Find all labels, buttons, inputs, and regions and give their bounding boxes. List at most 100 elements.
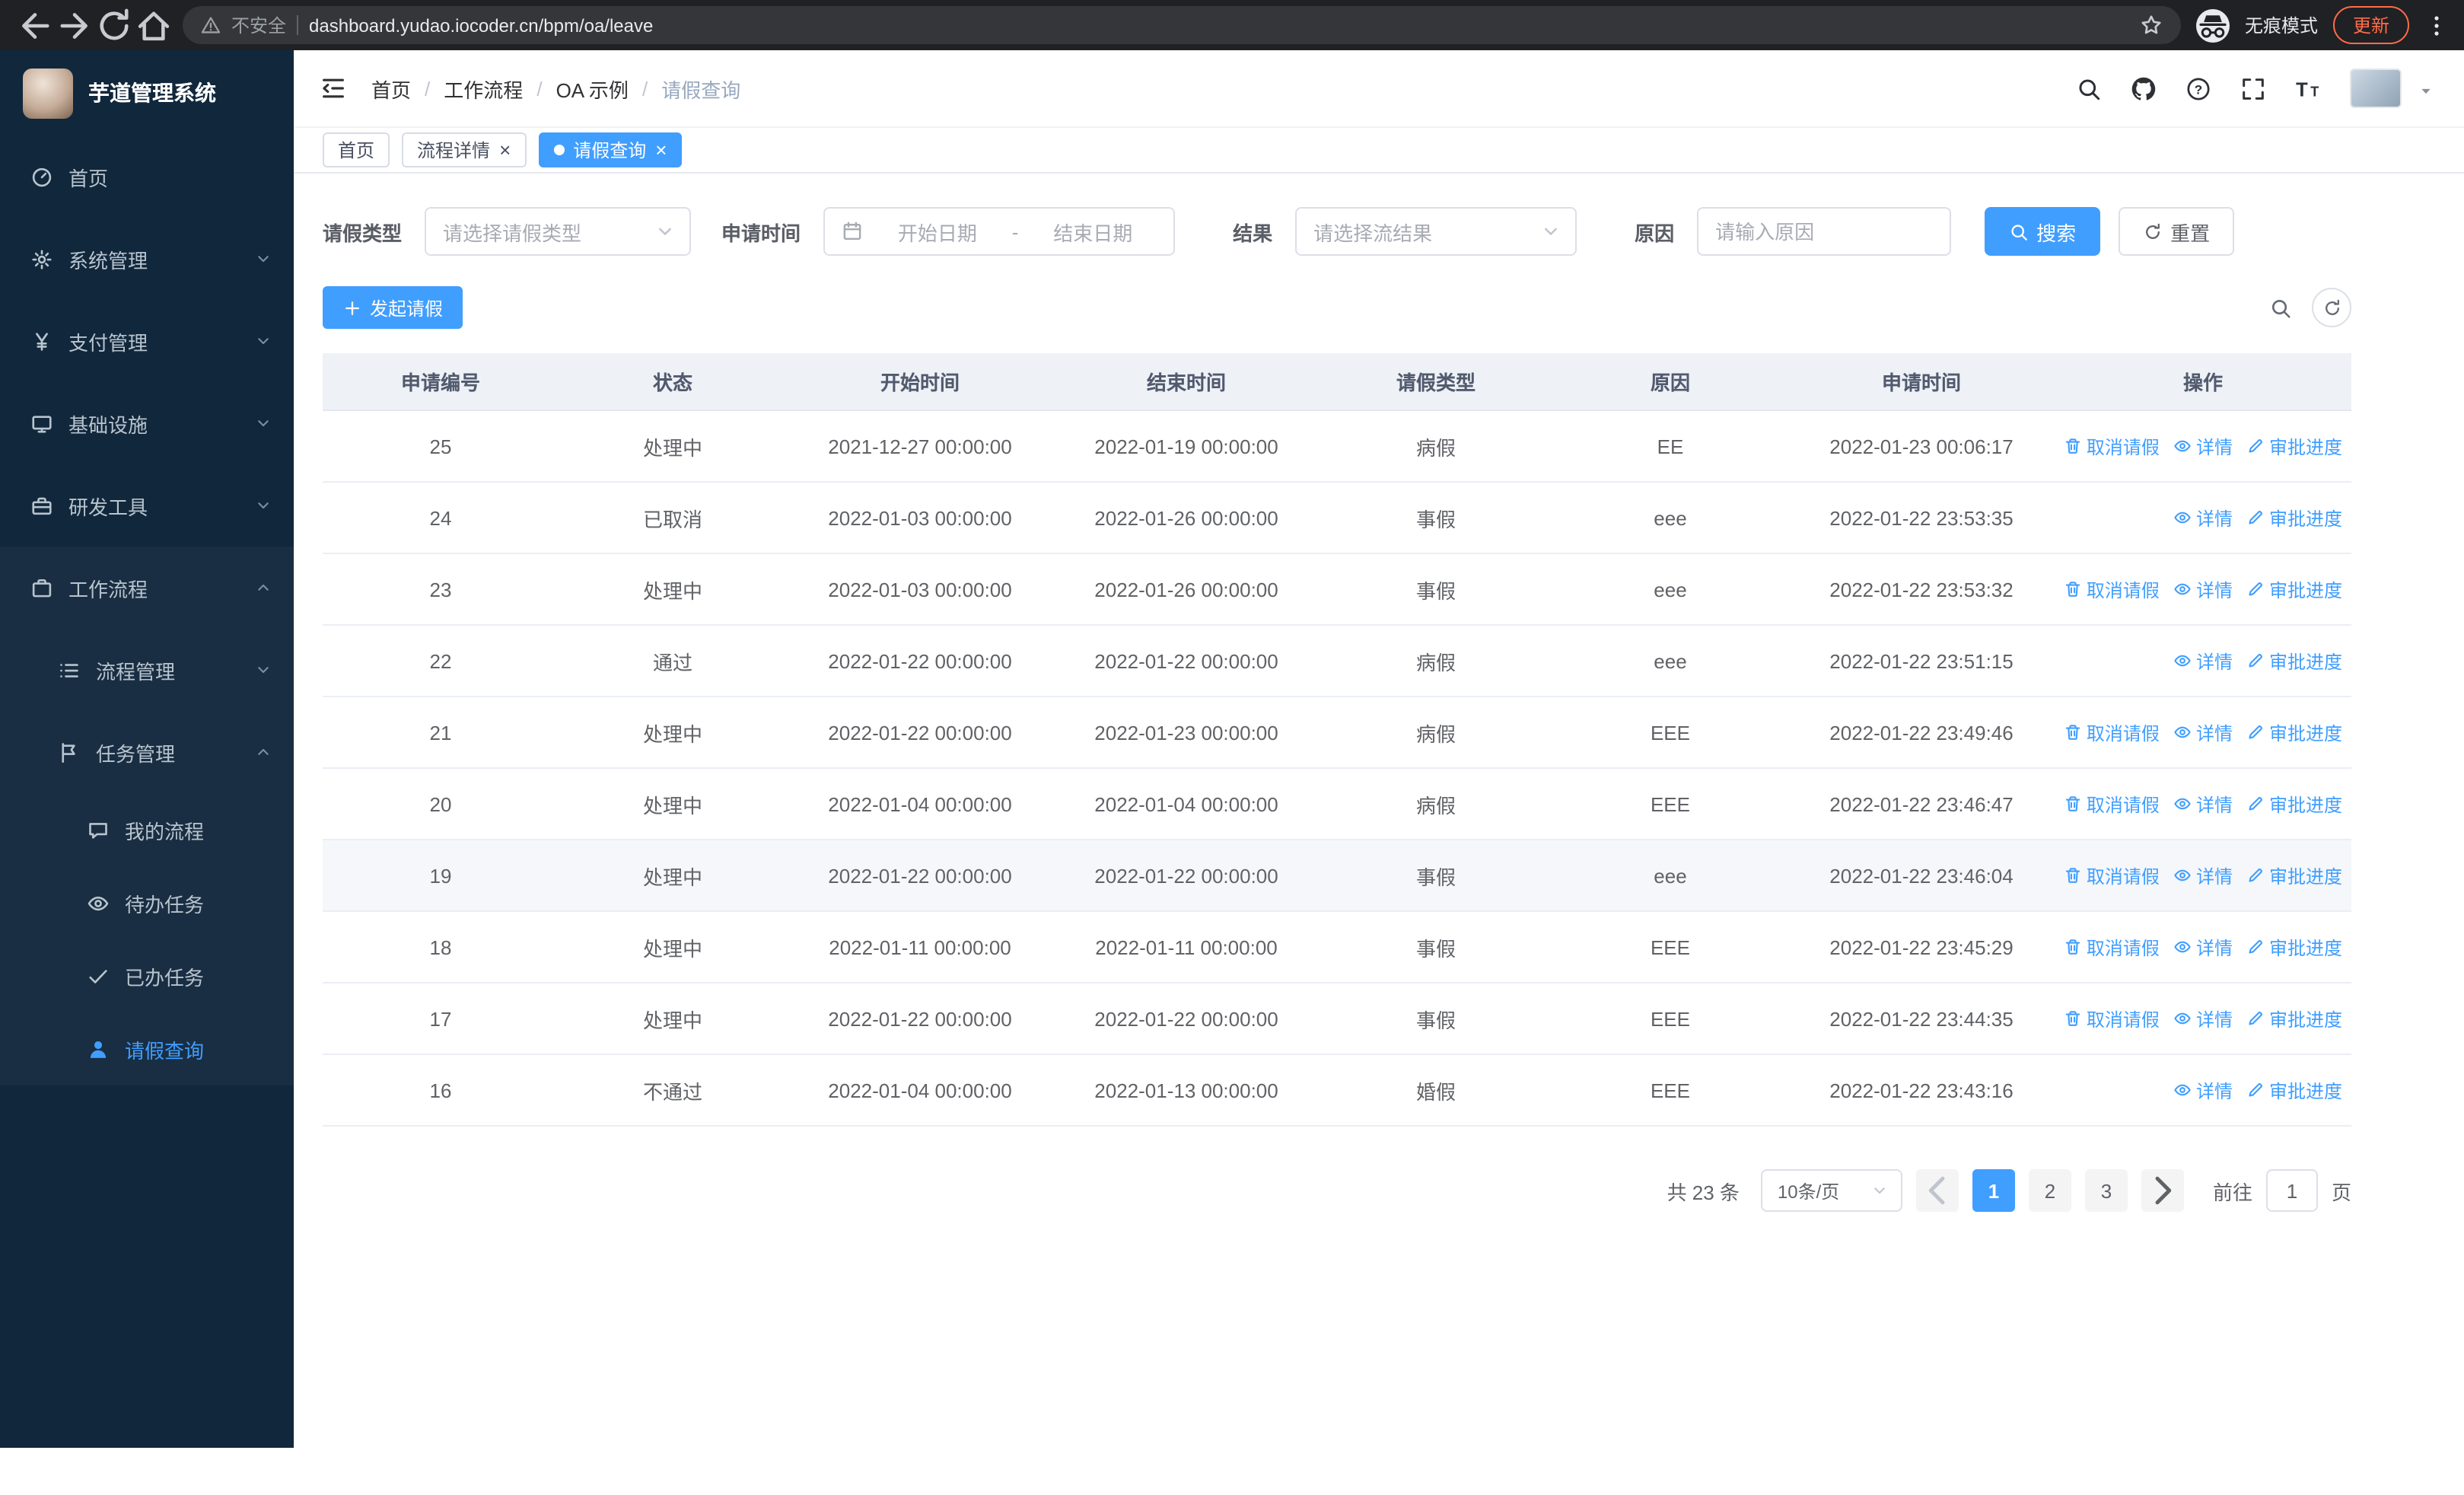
apply-time-range-picker[interactable]: 开始日期 - 结束日期: [823, 207, 1176, 256]
close-tab-icon[interactable]: ×: [499, 140, 511, 160]
cancel-leave-link[interactable]: 取消请假: [2064, 791, 2160, 817]
sidebar-item-system-mgmt[interactable]: 系统管理: [0, 218, 294, 300]
table-row: 21 处理中 2022-01-22 00:00:00 2022-01-23 00:00…: [323, 697, 2351, 769]
detail-link[interactable]: 详情: [2173, 719, 2233, 745]
url-text[interactable]: dashboard.yudao.iocoder.cn/bpm/oa/leave: [309, 14, 2129, 36]
approval-progress-link[interactable]: 审批进度: [2246, 1077, 2342, 1103]
approval-progress-link[interactable]: 审批进度: [2246, 862, 2342, 888]
detail-link[interactable]: 详情: [2173, 1077, 2233, 1103]
update-button[interactable]: 更新: [2332, 6, 2409, 44]
sidebar-item-leave-query[interactable]: 请假查询: [0, 1012, 294, 1085]
goto-page-input[interactable]: [2265, 1169, 2318, 1212]
cell-leave-type: 病假: [1415, 794, 1456, 817]
approval-progress-link[interactable]: 审批进度: [2246, 576, 2342, 602]
sidebar-item-my-process[interactable]: 我的流程: [0, 793, 294, 866]
eye-icon: [2173, 795, 2192, 813]
detail-link[interactable]: 详情: [2173, 862, 2233, 888]
avatar-caret-down-icon[interactable]: [2418, 84, 2434, 99]
leave-type-label: 请假类型: [323, 222, 403, 244]
bookmark-star-icon[interactable]: [2140, 14, 2163, 37]
approval-progress-link[interactable]: 审批进度: [2246, 791, 2342, 817]
cell-leave-type: 病假: [1415, 722, 1456, 745]
search-button[interactable]: 搜索: [1985, 207, 2101, 256]
cancel-leave-link-label: 取消请假: [2086, 937, 2160, 958]
breadcrumb-item[interactable]: 首页: [371, 74, 411, 103]
sidebar-item-todo-tasks[interactable]: 待办任务: [0, 866, 294, 939]
table-body: 25 处理中 2021-12-27 00:00:00 2022-01-19 00:00…: [323, 411, 2351, 1127]
approval-progress-link[interactable]: 审批进度: [2246, 1006, 2342, 1031]
detail-link[interactable]: 详情: [2173, 934, 2233, 960]
approval-progress-link-label: 审批进度: [2268, 1080, 2342, 1101]
cell-status: 处理中: [642, 579, 702, 602]
logo-row[interactable]: 芋道管理系统: [0, 50, 294, 135]
forward-button[interactable]: [55, 5, 94, 45]
cancel-leave-link[interactable]: 取消请假: [2064, 862, 2160, 888]
reload-button[interactable]: [94, 5, 134, 45]
detail-link[interactable]: 详情: [2173, 433, 2233, 459]
eye-icon: [2173, 723, 2192, 741]
sidebar-item-home[interactable]: 首页: [0, 135, 294, 218]
reset-button[interactable]: 重置: [2119, 207, 2235, 256]
toggle-search-icon[interactable]: [2269, 296, 2292, 319]
page-button-3[interactable]: 3: [2084, 1169, 2128, 1212]
page-button-1[interactable]: 1: [1972, 1169, 2015, 1212]
result-select[interactable]: 请选择流结果: [1295, 207, 1577, 256]
prev-page-button[interactable]: [1915, 1169, 1959, 1212]
home-button[interactable]: [134, 5, 173, 45]
user-avatar[interactable]: [2350, 69, 2402, 108]
breadcrumb-item[interactable]: OA 示例: [556, 74, 629, 103]
edit-icon: [2246, 580, 2265, 598]
tab-leave-query[interactable]: 请假查询 ×: [538, 132, 683, 167]
page-size-select[interactable]: 10条/页: [1760, 1169, 1902, 1212]
search-icon[interactable]: [2076, 75, 2102, 101]
approval-progress-link[interactable]: 审批进度: [2246, 934, 2342, 960]
cancel-leave-link[interactable]: 取消请假: [2064, 934, 2160, 960]
approval-progress-link[interactable]: 审批进度: [2246, 719, 2342, 745]
approval-progress-link-label: 审批进度: [2268, 1009, 2342, 1030]
sidebar-item-done-tasks[interactable]: 已办任务: [0, 939, 294, 1012]
font-size-icon[interactable]: TT: [2295, 75, 2321, 101]
breadcrumb-item[interactable]: 工作流程: [444, 74, 523, 103]
sidebar-item-dev-tools[interactable]: 研发工具: [0, 464, 294, 547]
approval-progress-link[interactable]: 审批进度: [2246, 648, 2342, 674]
cell-start-time: 2022-01-22 00:00:00: [828, 649, 1012, 672]
collapse-menu-icon[interactable]: [320, 75, 347, 102]
close-tab-icon[interactable]: ×: [655, 140, 667, 160]
detail-link[interactable]: 详情: [2173, 576, 2233, 602]
chevron-up-icon: [254, 579, 272, 597]
sidebar-item-payment-mgmt[interactable]: 支付管理: [0, 300, 294, 382]
cancel-leave-link[interactable]: 取消请假: [2064, 576, 2160, 602]
leave-type-select[interactable]: 请选择请假类型: [425, 207, 692, 256]
cancel-leave-link[interactable]: 取消请假: [2064, 1006, 2160, 1031]
detail-link[interactable]: 详情: [2173, 648, 2233, 674]
help-icon[interactable]: ?: [2185, 75, 2211, 101]
sidebar-item-task-mgmt[interactable]: 任务管理: [0, 711, 294, 793]
tab-home[interactable]: 首页: [323, 132, 390, 167]
cancel-leave-link[interactable]: 取消请假: [2064, 433, 2160, 459]
create-leave-button[interactable]: 发起请假: [323, 286, 463, 329]
eye-icon: [2173, 508, 2192, 527]
sidebar-item-process-mgmt[interactable]: 流程管理: [0, 629, 294, 711]
fullscreen-icon[interactable]: [2240, 75, 2266, 101]
next-page-button[interactable]: [2141, 1169, 2184, 1212]
detail-link[interactable]: 详情: [2173, 791, 2233, 817]
tab-process-detail[interactable]: 流程详情 ×: [402, 132, 527, 167]
address-bar[interactable]: 不安全 dashboard.yudao.iocoder.cn/bpm/oa/le…: [183, 6, 2181, 44]
browser-menu-icon[interactable]: [2424, 13, 2449, 37]
sidebar-item-workflow[interactable]: 工作流程: [0, 547, 294, 629]
security-warning-label[interactable]: 不安全: [231, 12, 286, 38]
page-unit-label: 页: [2331, 1181, 2351, 1203]
page-button-2[interactable]: 2: [2028, 1169, 2071, 1212]
github-icon[interactable]: [2131, 75, 2157, 101]
sidebar-item-infrastructure[interactable]: 基础设施: [0, 382, 294, 464]
approval-progress-link[interactable]: 审批进度: [2246, 505, 2342, 531]
back-button[interactable]: [15, 5, 55, 45]
approval-progress-link-label: 审批进度: [2268, 865, 2342, 887]
detail-link[interactable]: 详情: [2173, 505, 2233, 531]
reason-input[interactable]: [1697, 207, 1952, 256]
detail-link[interactable]: 详情: [2173, 1006, 2233, 1031]
refresh-table-button[interactable]: [2312, 288, 2351, 327]
cancel-leave-link[interactable]: 取消请假: [2064, 719, 2160, 745]
cell-actions: 取消请假 详情 审批进度: [2055, 934, 2351, 960]
approval-progress-link[interactable]: 审批进度: [2246, 433, 2342, 459]
